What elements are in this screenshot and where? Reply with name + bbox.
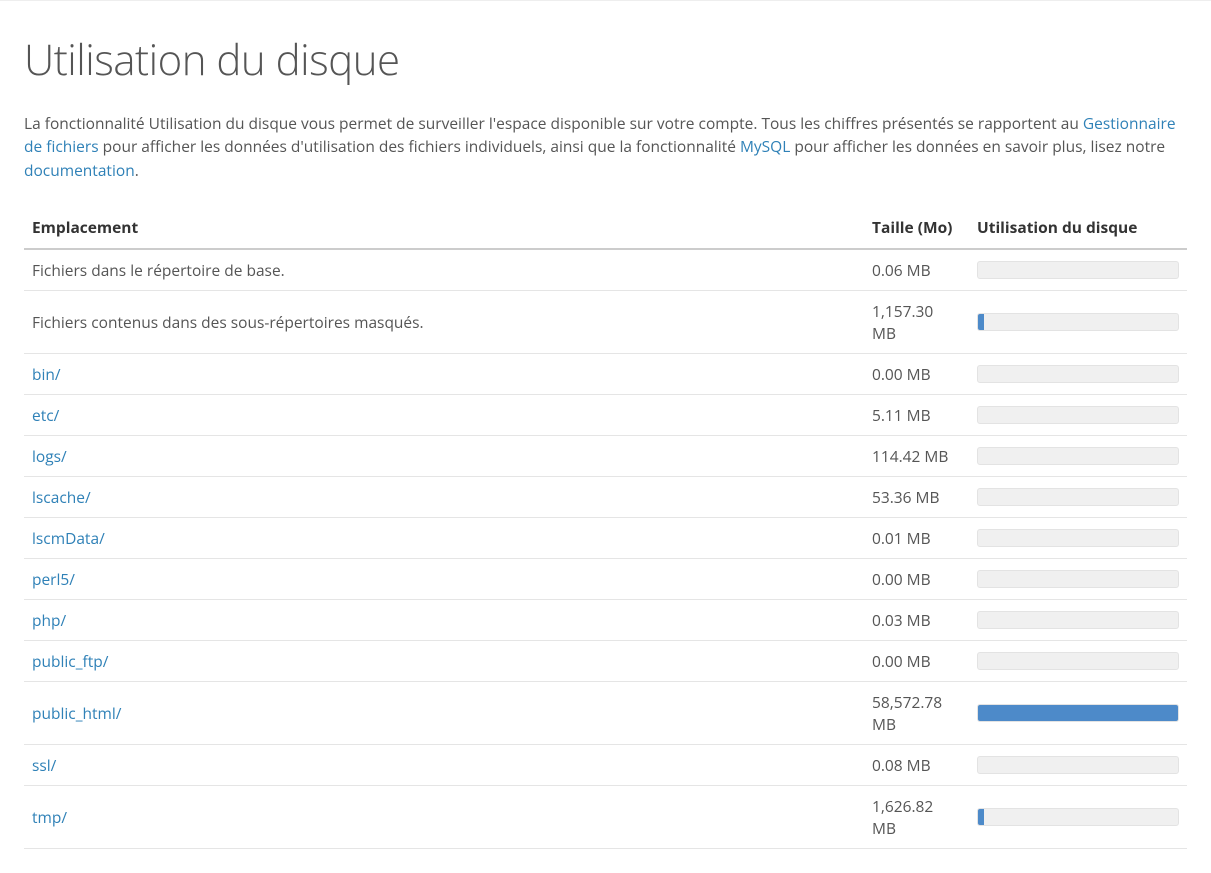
usage-cell xyxy=(969,599,1187,640)
location-label: Fichiers contenus dans des sous-répertoi… xyxy=(32,311,424,333)
intro-part4: . xyxy=(135,159,139,181)
size-cell: 5.11 MB xyxy=(864,394,969,435)
intro-part1: La fonctionnalité Utilisation du disque … xyxy=(24,112,1083,134)
usage-cell xyxy=(969,785,1187,848)
location-cell: Fichiers dans le répertoire de base. xyxy=(24,249,864,291)
usage-bar xyxy=(977,704,1179,722)
size-cell: 0.00 MB xyxy=(864,558,969,599)
size-cell: 0.00 MB xyxy=(864,640,969,681)
usage-cell xyxy=(969,558,1187,599)
usage-cell xyxy=(969,476,1187,517)
intro-part2: pour afficher les données d'utilisation … xyxy=(99,135,740,157)
directory-link[interactable]: logs/ xyxy=(32,445,67,467)
usage-bar-fill xyxy=(978,809,984,825)
table-row: lscmData/0.01 MB xyxy=(24,517,1187,558)
usage-cell xyxy=(969,640,1187,681)
table-row: logs/114.42 MB xyxy=(24,435,1187,476)
size-cell: 0.01 MB xyxy=(864,517,969,558)
table-row: public_html/58,572.78 MB xyxy=(24,681,1187,744)
usage-bar xyxy=(977,313,1179,331)
directory-link[interactable]: ssl/ xyxy=(32,754,56,776)
directory-link[interactable]: php/ xyxy=(32,609,66,631)
usage-bar xyxy=(977,808,1179,826)
usage-bar-fill xyxy=(978,314,984,330)
size-cell: 0.00 MB xyxy=(864,353,969,394)
size-cell: 0.06 MB xyxy=(864,249,969,291)
size-cell: 1,626.82 MB xyxy=(864,785,969,848)
usage-bar xyxy=(977,447,1179,465)
directory-link[interactable]: bin/ xyxy=(32,363,61,385)
usage-cell xyxy=(969,353,1187,394)
location-cell: public_html/ xyxy=(24,681,864,744)
directory-link[interactable]: perl5/ xyxy=(32,568,75,590)
location-cell: etc/ xyxy=(24,394,864,435)
size-cell: 1,157.30 MB xyxy=(864,290,969,353)
usage-cell xyxy=(969,435,1187,476)
usage-cell xyxy=(969,517,1187,558)
page-title: Utilisation du disque xyxy=(24,1,1187,112)
directory-link[interactable]: etc/ xyxy=(32,404,59,426)
usage-bar xyxy=(977,488,1179,506)
table-row: bin/0.00 MB xyxy=(24,353,1187,394)
col-header-location: Emplacement xyxy=(24,206,864,249)
directory-link[interactable]: public_html/ xyxy=(32,702,122,724)
usage-bar xyxy=(977,529,1179,547)
table-row: lscache/53.36 MB xyxy=(24,476,1187,517)
usage-bar xyxy=(977,611,1179,629)
usage-bar xyxy=(977,652,1179,670)
table-row: etc/5.11 MB xyxy=(24,394,1187,435)
directory-link[interactable]: lscmData/ xyxy=(32,527,105,549)
location-cell: tmp/ xyxy=(24,785,864,848)
table-row: php/0.03 MB xyxy=(24,599,1187,640)
usage-bar xyxy=(977,756,1179,774)
location-cell: bin/ xyxy=(24,353,864,394)
directory-link[interactable]: lscache/ xyxy=(32,486,91,508)
location-cell: lscmData/ xyxy=(24,517,864,558)
usage-bar xyxy=(977,570,1179,588)
intro-part3: pour afficher les données en savoir plus… xyxy=(790,135,1165,157)
usage-bar xyxy=(977,365,1179,383)
location-cell: perl5/ xyxy=(24,558,864,599)
directory-link[interactable]: public_ftp/ xyxy=(32,650,108,672)
table-row: tmp/1,626.82 MB xyxy=(24,785,1187,848)
mysql-link[interactable]: MySQL xyxy=(740,135,790,157)
directory-link[interactable]: tmp/ xyxy=(32,806,67,828)
usage-bar xyxy=(977,261,1179,279)
location-label: Fichiers dans le répertoire de base. xyxy=(32,259,285,281)
size-cell: 58,572.78 MB xyxy=(864,681,969,744)
col-header-size: Taille (Mo) xyxy=(864,206,969,249)
table-row: public_ftp/0.00 MB xyxy=(24,640,1187,681)
size-cell: 53.36 MB xyxy=(864,476,969,517)
size-cell: 114.42 MB xyxy=(864,435,969,476)
disk-usage-page: Utilisation du disque La fonctionnalité … xyxy=(0,0,1211,873)
table-row: Fichiers dans le répertoire de base. 0.06… xyxy=(24,249,1187,291)
table-header-row: Emplacement Taille (Mo) Utilisation du d… xyxy=(24,206,1187,249)
usage-cell xyxy=(969,394,1187,435)
location-cell: php/ xyxy=(24,599,864,640)
usage-bar xyxy=(977,406,1179,424)
col-header-usage: Utilisation du disque xyxy=(969,206,1187,249)
table-row: perl5/0.00 MB xyxy=(24,558,1187,599)
usage-cell xyxy=(969,744,1187,785)
size-cell: 0.08 MB xyxy=(864,744,969,785)
disk-usage-table: Emplacement Taille (Mo) Utilisation du d… xyxy=(24,206,1187,849)
usage-cell xyxy=(969,290,1187,353)
table-row: Fichiers contenus dans des sous-répertoi… xyxy=(24,290,1187,353)
location-cell: ssl/ xyxy=(24,744,864,785)
usage-bar-fill xyxy=(978,705,1178,721)
location-cell: public_ftp/ xyxy=(24,640,864,681)
usage-cell xyxy=(969,681,1187,744)
intro-text: La fonctionnalité Utilisation du disque … xyxy=(24,112,1187,182)
table-row: ssl/0.08 MB xyxy=(24,744,1187,785)
location-cell: lscache/ xyxy=(24,476,864,517)
location-cell: logs/ xyxy=(24,435,864,476)
documentation-link[interactable]: documentation xyxy=(24,159,135,181)
location-cell: Fichiers contenus dans des sous-répertoi… xyxy=(24,290,864,353)
usage-cell xyxy=(969,249,1187,291)
size-cell: 0.03 MB xyxy=(864,599,969,640)
